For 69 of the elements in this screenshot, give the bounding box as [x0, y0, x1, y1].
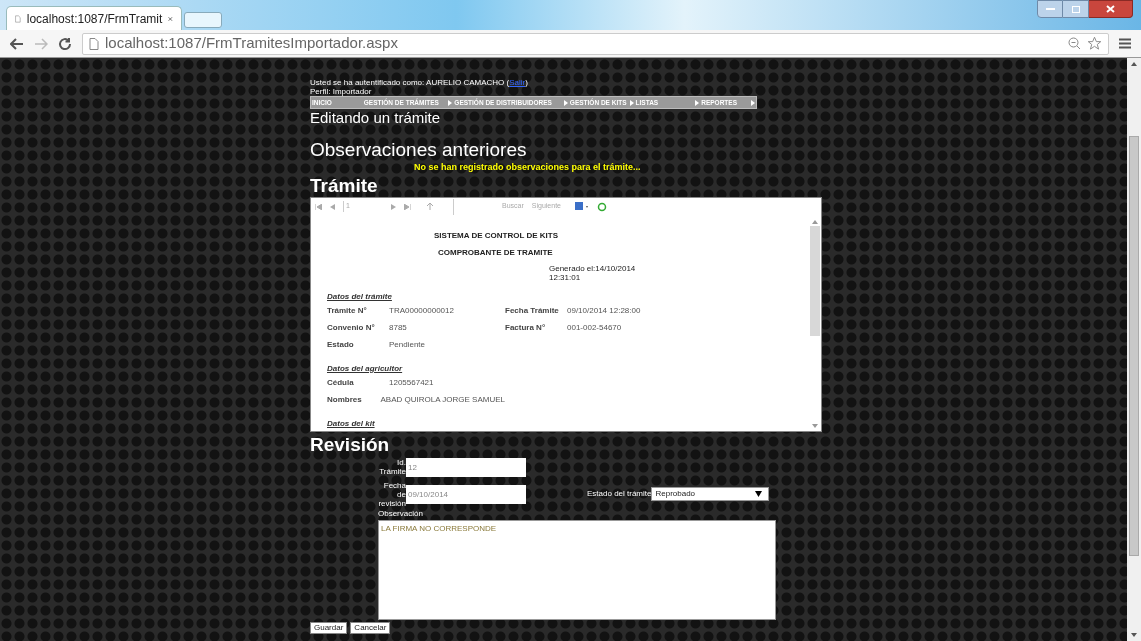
minimize-button[interactable]	[1037, 0, 1063, 18]
field-label: Estado	[327, 339, 355, 351]
page-title: Editando un trámite	[310, 109, 442, 127]
field-value: Pendiente	[389, 339, 426, 351]
tab-title: localhost:1087/FrmTramit	[26, 10, 163, 28]
observation-field[interactable]: LA FIRMA NO CORRESPONDE	[378, 519, 776, 620]
form-button[interactable]: Guardar	[310, 621, 348, 634]
reload-icon[interactable]	[58, 36, 72, 51]
close-window-button[interactable]	[1089, 0, 1133, 18]
dropdown-icon	[755, 491, 763, 497]
field-label: Fecha Trámite	[505, 305, 560, 317]
status-label: Estado del trámite	[587, 488, 652, 500]
field-label: Nombres	[327, 394, 363, 406]
scrollbar-thumb[interactable]	[810, 225, 820, 336]
section-title: Datos del agricultor	[327, 362, 404, 375]
forward-icon[interactable]	[34, 37, 48, 50]
date-field[interactable]: 09/10/2014	[406, 484, 526, 504]
field-value: 8785	[389, 322, 407, 334]
field-value: ABAD QUIROLA JORGE SAMUEL	[380, 394, 505, 406]
date-label: Fecha de revisión	[377, 480, 406, 508]
close-icon[interactable]	[168, 14, 173, 23]
previous-page-icon[interactable]	[330, 203, 335, 210]
up-arrow-icon[interactable]	[427, 203, 433, 210]
field-value: 09/10/2014 12:28:00	[567, 305, 641, 317]
first-page-icon[interactable]	[315, 203, 322, 210]
field-label: Cédula	[327, 377, 355, 389]
observations-heading: Observaciones anteriores	[310, 139, 528, 161]
browser-tab[interactable]: localhost:1087/FrmTramit	[6, 6, 182, 30]
scrollbar-thumb[interactable]	[1129, 136, 1139, 556]
field-value: 1205567421	[389, 377, 434, 389]
page-icon	[15, 12, 21, 25]
id-label: Id. Trámite	[378, 458, 406, 476]
status-select[interactable]: Reprobado	[651, 487, 770, 501]
tramite-heading: Trámite	[310, 174, 379, 197]
id-field[interactable]: 12	[406, 457, 526, 477]
address-field[interactable]: localhost:1087/FrmTramitesImportador.aspx	[82, 32, 1109, 55]
revision-heading: Revisión	[310, 433, 391, 456]
generated-time: 12:31:01	[549, 272, 582, 282]
field-label: Factura N°	[505, 322, 547, 334]
section-title: Datos del trámite	[327, 290, 393, 303]
refresh-icon[interactable]	[597, 201, 607, 212]
menu-icon[interactable]	[1119, 38, 1131, 49]
zoom-icon[interactable]	[1068, 37, 1081, 50]
field-value: 001-002-54670	[567, 322, 622, 334]
scroll-down-icon[interactable]	[812, 423, 818, 428]
url-text: localhost:1087/FrmTramitesImportador.aspx	[105, 33, 398, 54]
new-tab-button[interactable]	[184, 12, 222, 28]
observations-message: No se han registrado observaciones para el trámite...	[414, 161, 642, 174]
star-icon[interactable]	[1087, 36, 1102, 51]
page-icon	[89, 37, 99, 50]
report-title: SISTEMA DE CONTROL DE KITS	[434, 229, 559, 242]
report-subtitle: COMPROBANTE DE TRAMITE	[438, 246, 554, 259]
field-label: Trámite N°	[327, 305, 368, 317]
generated-date: Generado el:14/10/2014	[549, 263, 637, 273]
scroll-up-icon[interactable]	[1131, 62, 1137, 66]
maximize-button[interactable]	[1063, 0, 1089, 18]
save-icon[interactable]	[575, 202, 589, 211]
next-page-icon[interactable]	[391, 203, 396, 210]
back-icon[interactable]	[10, 37, 24, 50]
profile-text: Perfil: Importador	[310, 87, 373, 96]
field-label: Convenio N°	[327, 322, 376, 334]
section-title: Datos del kit	[327, 417, 376, 430]
scroll-down-icon[interactable]	[1131, 633, 1137, 637]
last-page-icon[interactable]	[404, 203, 411, 210]
field-value: TRA00000000012	[389, 305, 454, 317]
form-button[interactable]: Cancelar	[350, 621, 391, 634]
auth-text: Usted se ha autentificado como: AURELIO CAMACHO (Salir)	[310, 78, 529, 87]
close-icon	[1106, 5, 1115, 13]
observation-label: Observación	[378, 507, 424, 520]
